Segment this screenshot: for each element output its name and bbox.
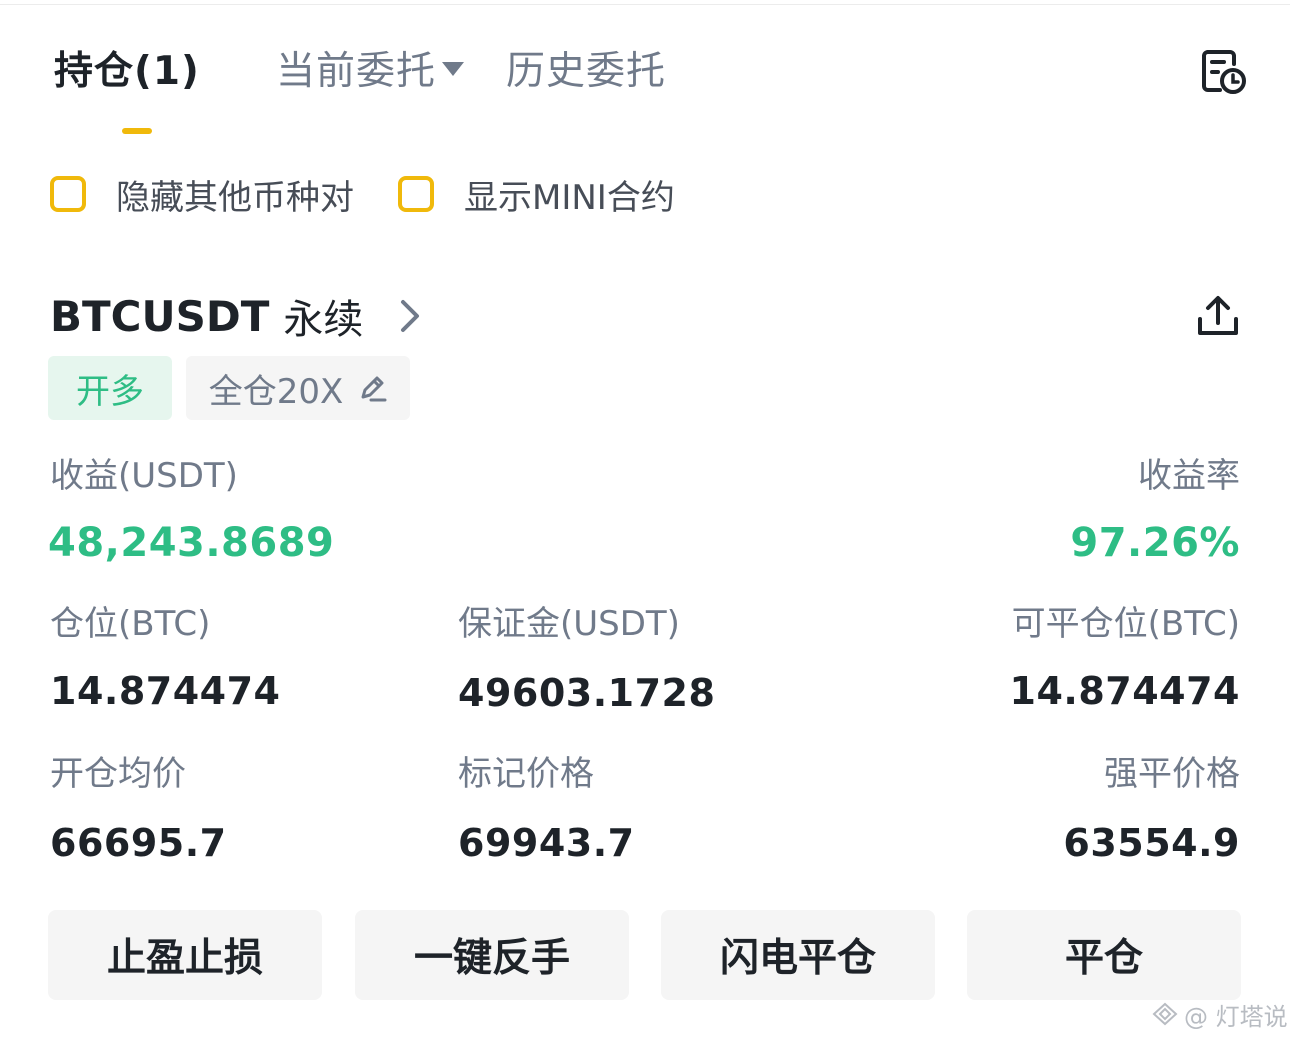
tab-open-orders[interactable]: 当前委托 (276, 44, 465, 100)
hide-other-pairs-checkbox[interactable] (50, 176, 86, 212)
share-icon (1198, 296, 1238, 335)
symbol-header[interactable]: BTCUSDT 永续 (50, 288, 421, 344)
contract-type: 永续 (283, 297, 364, 343)
share-button[interactable] (1190, 288, 1246, 344)
roe-value: 97.26% (1070, 520, 1240, 566)
watermark-text: @ 灯塔说 (1184, 1002, 1288, 1031)
liq-price-value: 63554.9 (1063, 821, 1240, 865)
pnl-label: 收益(USDT) (50, 456, 238, 496)
size-label: 仓位(BTC) (50, 604, 211, 644)
margin-value: 49603.1728 (458, 671, 716, 715)
tab-order-history[interactable]: 历史委托 (506, 44, 666, 100)
tab-order-history-label: 历史委托 (506, 49, 667, 94)
margin-mode-badge[interactable]: 全仓20X (186, 356, 410, 420)
watermark: @ 灯塔说 (1152, 996, 1288, 1032)
watermark-logo-icon (1152, 1002, 1178, 1026)
show-mini-checkbox[interactable] (398, 176, 434, 212)
pnl-value: 48,243.8689 (48, 520, 335, 566)
caret-down-icon (442, 62, 465, 76)
side-badge: 开多 (48, 356, 172, 420)
margin-label: 保证金(USDT) (458, 604, 680, 644)
hide-other-pairs-toggle[interactable]: 隐藏其他币种对 (50, 170, 354, 218)
order-history-icon (1202, 50, 1246, 94)
pencil-icon (357, 373, 387, 403)
order-history-button[interactable] (1196, 44, 1252, 100)
mark-price-value: 69943.7 (458, 821, 635, 865)
tab-positions-label: 持仓(1) (54, 49, 200, 94)
entry-price-label: 开仓均价 (50, 754, 186, 794)
hide-other-pairs-label: 隐藏其他币种对 (116, 177, 354, 218)
show-mini-label: 显示MINI合约 (464, 177, 675, 218)
side-badge-label: 开多 (76, 371, 144, 412)
margin-mode-label: 全仓20X (208, 371, 344, 412)
roe-label: 收益率 (1138, 456, 1240, 496)
close-position-button[interactable]: 平仓 (967, 910, 1241, 1000)
reverse-position-button[interactable]: 一键反手 (355, 910, 629, 1000)
size-value: 14.874474 (50, 669, 281, 713)
top-divider (0, 4, 1290, 5)
symbol-name: BTCUSDT (50, 291, 270, 341)
mark-price-label: 标记价格 (458, 754, 594, 794)
liq-price-label: 强平价格 (1104, 754, 1240, 794)
tab-positions[interactable]: 持仓(1) (54, 44, 200, 100)
closable-value: 14.874474 (1009, 669, 1240, 713)
active-tab-indicator (122, 128, 152, 134)
chevron-right-icon (399, 298, 421, 334)
entry-price-value: 66695.7 (50, 821, 227, 865)
flash-close-button[interactable]: 闪电平仓 (661, 910, 935, 1000)
show-mini-toggle[interactable]: 显示MINI合约 (398, 170, 675, 218)
tab-open-orders-label: 当前委托 (276, 49, 437, 94)
tp-sl-button[interactable]: 止盈止损 (48, 910, 322, 1000)
closable-label: 可平仓位(BTC) (1011, 604, 1240, 644)
